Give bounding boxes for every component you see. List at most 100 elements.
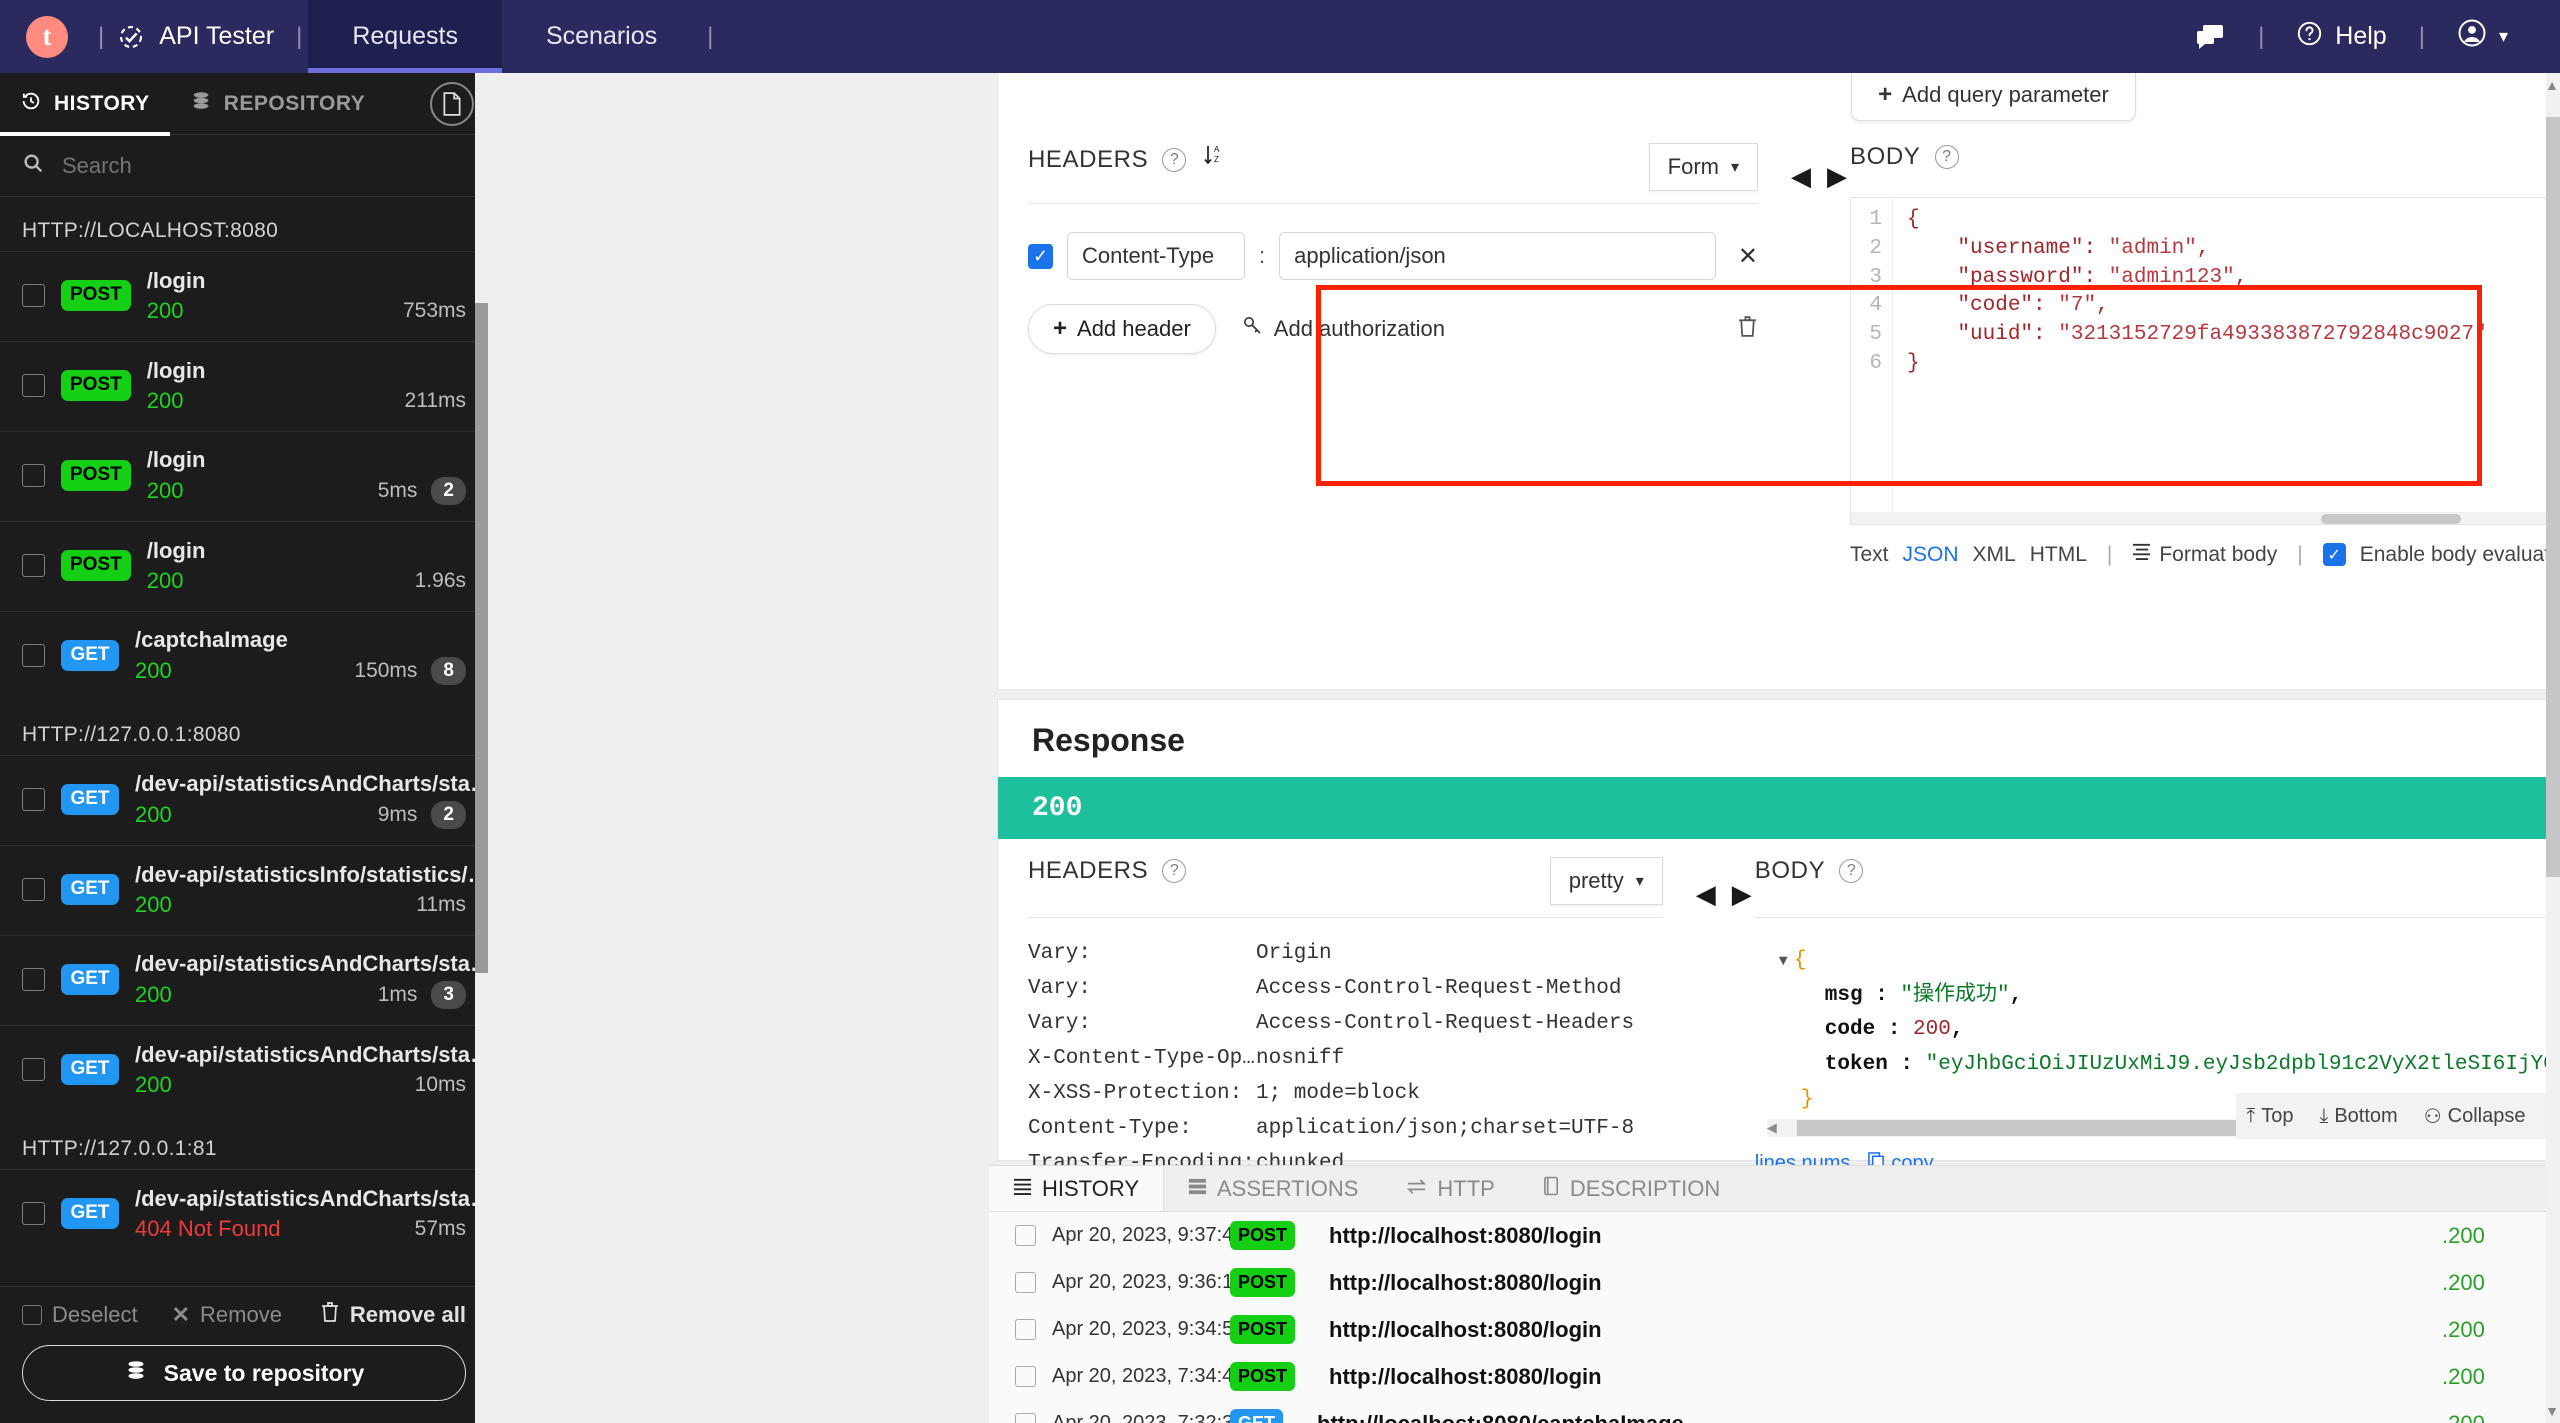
app-logo[interactable]: t [0,0,92,73]
bottom-tab-description[interactable]: DESCRIPTION [1519,1166,1744,1211]
history-list-item[interactable]: POST/login 200 1.96s [0,521,488,611]
sidebar-tab-history[interactable]: HISTORY [0,73,170,136]
question-circle-icon[interactable]: ? [1162,148,1187,172]
response-header-value: Access-Control-Request-Headers [1256,1012,1635,1035]
history-list-item[interactable]: GET/dev-api/statisticsAndCharts/sta… 404 … [0,1169,488,1259]
trash-icon[interactable] [1737,315,1758,344]
bottom-tab-history[interactable]: HISTORY [989,1166,1164,1211]
list-item-status: 200 [146,387,184,413]
history-list-item[interactable]: GET/captchaImage 200 150ms 8 [0,611,488,701]
scroll-down-icon[interactable]: ▼ [2545,1403,2559,1419]
caret-left-icon[interactable]: ◀ [1783,161,1819,192]
list-item-checkbox[interactable] [22,554,45,577]
history-list-item[interactable]: GET/dev-api/statisticsAndCharts/sta… 200 9… [0,755,488,845]
bottom-panel-row[interactable]: Apr 20, 2023, 7:32:3: GET http://localhost… [989,1400,2560,1423]
list-item-checkbox[interactable] [22,644,45,667]
enable-body-evaluation-checkbox[interactable]: ✓ [2322,543,2346,566]
help-button[interactable]: Help [2274,20,2408,54]
database-icon [190,90,212,118]
save-to-repository-button[interactable]: Save to repository [22,1345,466,1401]
sidebar-scrollbar-thumb[interactable] [475,303,488,973]
page-scrollbar-thumb[interactable] [2546,117,2560,877]
json-horizontal-scrollbar-thumb[interactable] [1796,1120,2237,1136]
request-body-editor[interactable]: 123456 { "username": "admin", "password"… [1850,197,2560,525]
json-toolbar-top-button[interactable]: ⤒ Top [2246,1105,2293,1128]
add-header-button[interactable]: + Add header [1028,304,1216,354]
bottom-panel-row[interactable]: Apr 20, 2023, 9:34:5(POST http://localhos… [989,1306,2560,1353]
search-input[interactable] [60,151,466,180]
caret-left-icon[interactable]: ◀ [1688,879,1724,910]
body-type-json[interactable]: JSON [1903,543,1959,567]
chat-bubbles-icon[interactable] [2174,24,2248,50]
list-item-count-badge: 8 [431,656,466,685]
history-list-item[interactable]: GET/dev-api/statisticsInfo/statistics/… 2… [0,845,488,935]
list-item-checkbox[interactable] [22,464,45,487]
bottom-tab-assertions[interactable]: ASSERTIONS [1164,1166,1382,1211]
add-query-parameter-button[interactable]: + Add query parameter [1851,73,2136,121]
question-circle-icon[interactable]: ? [1839,859,1864,883]
user-menu[interactable]: ▾ [2435,18,2530,55]
add-authorization-button[interactable]: Add authorization [1242,315,1445,343]
sidebar-tab-repository[interactable]: REPOSITORY [170,73,386,135]
remove-button[interactable]: ✕ Remove [172,1302,282,1328]
bottom-panel-row[interactable]: Apr 20, 2023, 7:34:4(POST http://localhos… [989,1353,2560,1400]
deselect-button[interactable]: Deselect [22,1302,138,1328]
history-list-item[interactable]: POST/login 200 5ms 2 [0,431,488,521]
tab-requests[interactable]: Requests [308,0,502,73]
history-list-item[interactable]: POST/login 200 753ms [0,251,488,341]
response-header-value: nosniff [1256,1047,1345,1070]
format-body-button[interactable]: Format body [2132,542,2277,567]
header-enabled-checkbox[interactable]: ✓ [1028,243,1053,269]
header-value-input[interactable] [1279,232,1716,280]
bottom-panel-row[interactable]: Apr 20, 2023, 9:36:1' POST http://localhos… [989,1259,2560,1306]
body-type-xml[interactable]: XML [1973,543,2016,567]
row-checkbox[interactable] [1015,1272,1036,1293]
bottom-panel-row[interactable]: Apr 20, 2023, 9:37:4(POST http://localhos… [989,1212,2560,1259]
row-http-method: POST [1230,1268,1296,1297]
bottom-tab-http[interactable]: HTTP [1382,1166,1518,1211]
list-item-checkbox[interactable] [22,374,45,397]
scroll-up-icon[interactable]: ▲ [2545,77,2559,93]
sidebar-tab-repository-label: REPOSITORY [223,91,366,115]
editor-horizontal-scrollbar[interactable] [1851,512,2560,524]
response-headers-mode-dropdown[interactable]: pretty ▾ [1549,857,1663,905]
tab-scenarios[interactable]: Scenarios [502,0,701,73]
list-item-checkbox[interactable] [22,878,45,901]
body-type-html[interactable]: HTML [2030,543,2087,567]
chevron-down-icon: ▾ [1635,873,1644,890]
list-item-checkbox[interactable] [22,1058,45,1081]
question-circle-icon[interactable]: ? [1162,859,1187,883]
list-item-checkbox[interactable] [22,968,45,991]
list-item-checkbox[interactable] [22,284,45,307]
page-scrollbar[interactable]: ▲ ▼ [2545,73,2560,1423]
list-item-checkbox[interactable] [22,1202,45,1225]
header-remove-icon[interactable]: ✕ [1738,242,1758,271]
json-toolbar-bottom-button[interactable]: ⤓ Bottom [2320,1105,2398,1128]
row-checkbox[interactable] [1015,1225,1036,1246]
response-pane-collapse-controls: ◀ ▶ [1693,839,1755,1181]
caret-down-icon[interactable]: ▼ [1779,953,1788,970]
sort-alpha-icon[interactable]: A Z [1204,145,1224,172]
list-item-checkbox[interactable] [22,788,45,811]
question-circle-icon[interactable]: ? [1934,145,1959,169]
editor-horizontal-scrollbar-thumb[interactable] [2321,514,2461,524]
body-type-text[interactable]: Text [1850,543,1889,567]
history-list-item[interactable]: GET/dev-api/statisticsAndCharts/sta… 200 1… [0,935,488,1025]
editor-code[interactable]: { "username": "admin", "password": "admi… [1893,198,2487,524]
search-icon [22,152,44,180]
row-checkbox[interactable] [1015,1319,1036,1340]
request-headers-mode-dropdown[interactable]: Form ▾ [1648,143,1758,191]
history-list-item[interactable]: GET/dev-api/statisticsAndCharts/sta… 200 1… [0,1025,488,1115]
row-checkbox[interactable] [1015,1413,1036,1423]
row-checkbox[interactable] [1015,1366,1036,1387]
document-icon[interactable] [430,81,474,126]
sidebar-scrollbar[interactable] [475,73,488,1423]
caret-left-icon[interactable]: ◀ [1767,1120,1777,1136]
history-list-item[interactable]: POST/login 200 211ms [0,341,488,431]
json-toolbar-collapse-button[interactable]: ⚇ Collapse [2424,1104,2526,1129]
response-body-title: BODY [1754,857,1826,884]
sidebar-search[interactable] [0,135,488,197]
remove-all-button[interactable]: Remove all [320,1301,466,1329]
header-name-input[interactable] [1067,232,1245,280]
user-circle-icon [2457,18,2487,55]
